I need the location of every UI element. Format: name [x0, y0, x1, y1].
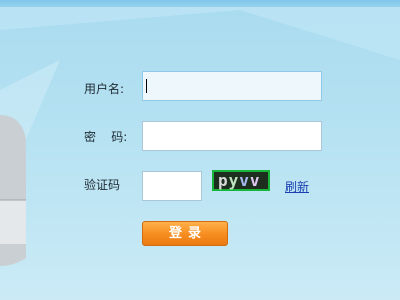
captcha-input[interactable]: [142, 171, 202, 201]
captcha-char: p: [218, 171, 229, 190]
captcha-image[interactable]: pyvv: [212, 170, 270, 191]
password-label: 密 码:: [84, 130, 128, 144]
captcha-char: v: [239, 171, 250, 190]
captcha-label: 验证码: [84, 178, 121, 192]
captcha-char: v: [249, 171, 261, 190]
refresh-captcha-link[interactable]: 刷新: [285, 178, 309, 195]
captcha-char: y: [228, 171, 240, 190]
username-label: 用户名:: [84, 82, 125, 96]
captcha-text: pyvv: [218, 172, 261, 189]
username-input[interactable]: [142, 71, 322, 101]
password-input[interactable]: [142, 121, 322, 151]
text-cursor: [146, 79, 147, 93]
login-button[interactable]: 登录: [142, 221, 228, 246]
